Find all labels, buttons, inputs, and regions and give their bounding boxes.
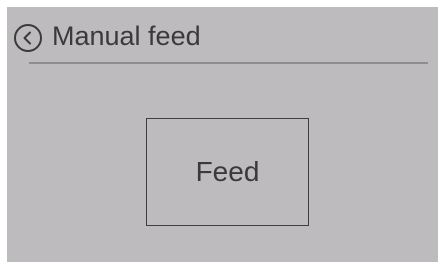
header-divider — [29, 62, 428, 64]
chevron-left-circle-icon — [14, 24, 42, 52]
feed-button[interactable]: Feed — [146, 118, 309, 226]
back-button[interactable] — [13, 23, 43, 53]
header: Manual feed — [7, 7, 438, 65]
page-title: Manual feed — [52, 21, 201, 51]
feed-button-label: Feed — [195, 156, 260, 187]
screen: Manual feed Feed — [7, 7, 438, 262]
